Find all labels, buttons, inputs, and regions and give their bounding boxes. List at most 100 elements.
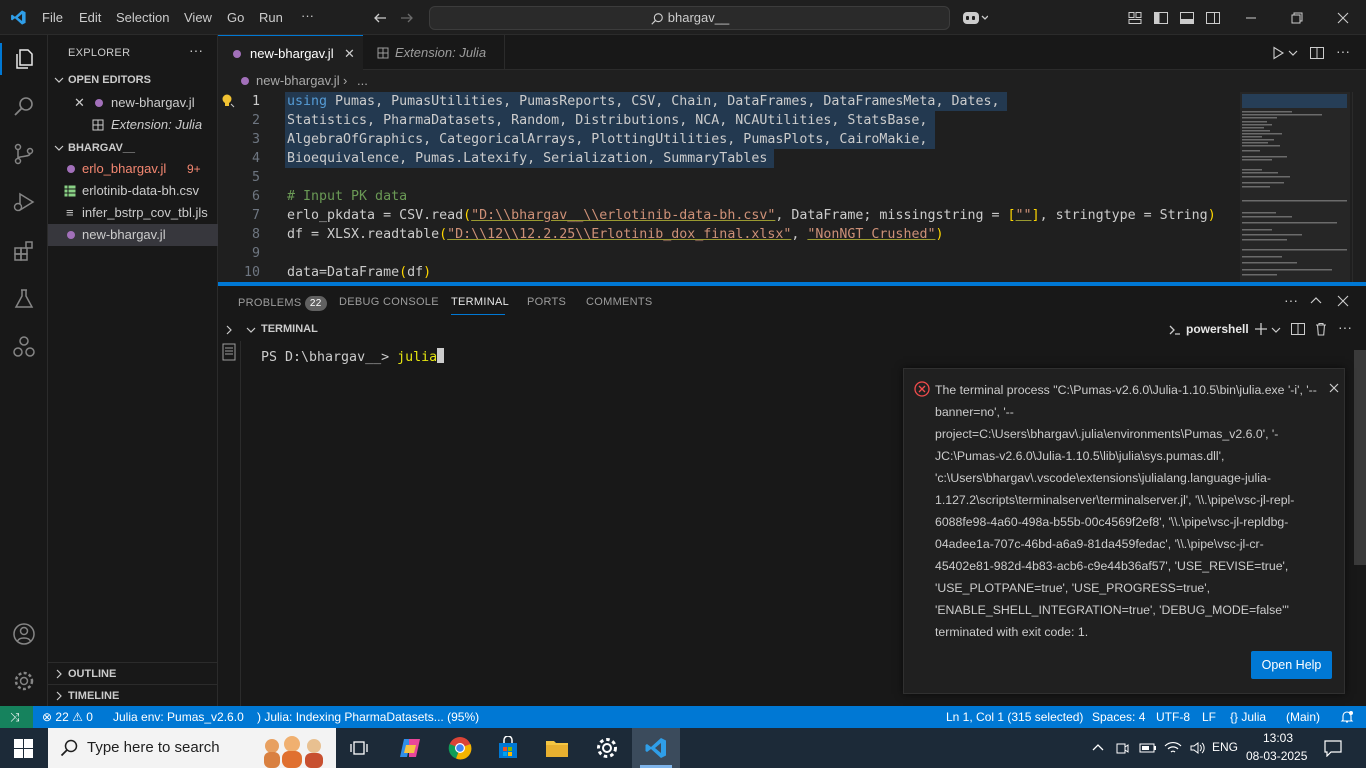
windows-start-icon[interactable] xyxy=(14,739,33,758)
open-editor-item[interactable]: Extension: Julia xyxy=(48,114,218,136)
terminal-more-icon[interactable]: ··· xyxy=(1338,319,1352,335)
timeline-header[interactable]: TIMELINE xyxy=(48,685,218,707)
trash-icon[interactable] xyxy=(1313,321,1329,337)
terminal-scrollbar[interactable] xyxy=(1354,350,1366,565)
indentation-status[interactable]: Spaces: 4 xyxy=(1092,706,1145,728)
file-item-selected[interactable]: new-bhargav.jl xyxy=(48,224,218,246)
open-editors-header[interactable]: OPEN EDITORS xyxy=(48,69,218,91)
clock-time[interactable]: 13:03 xyxy=(1263,731,1293,745)
minimize-window-icon[interactable] xyxy=(1243,10,1259,26)
split-terminal-icon[interactable] xyxy=(1290,321,1306,337)
tab-debug-console[interactable]: DEBUG CONSOLE xyxy=(339,296,439,308)
maximize-panel-icon[interactable] xyxy=(1309,294,1323,308)
chrome-icon[interactable] xyxy=(448,736,472,760)
language-status[interactable]: {} Julia xyxy=(1230,706,1266,728)
open-editor-item[interactable]: ✕ new-bhargav.jl xyxy=(48,92,218,114)
menu-view[interactable]: View xyxy=(184,10,212,25)
testing-icon[interactable] xyxy=(12,287,36,311)
file-item[interactable]: erlotinib-data-bh.csv xyxy=(48,180,218,202)
breadcrumb-more[interactable]: ... xyxy=(357,70,368,92)
back-arrow-icon[interactable] xyxy=(372,10,388,26)
vscode-taskbar-button[interactable] xyxy=(632,728,680,768)
close-notification-icon[interactable] xyxy=(1328,382,1340,394)
tab-new-bhargav[interactable]: new-bhargav.jl ✕ xyxy=(218,35,363,70)
notifications-bell-icon[interactable] xyxy=(1340,710,1354,724)
copilot-taskbar-icon[interactable] xyxy=(398,737,422,759)
cursor-position[interactable]: Ln 1, Col 1 (315 selected) xyxy=(946,706,1083,728)
wifi-icon[interactable] xyxy=(1164,740,1182,756)
taskbar-search-box[interactable]: Type here to search xyxy=(48,728,336,768)
toggle-panel-icon[interactable] xyxy=(1179,10,1195,26)
copilot-icon[interactable] xyxy=(962,9,988,27)
tab-extension-julia[interactable]: Extension: Julia xyxy=(363,35,505,70)
toggle-secondary-sidebar-icon[interactable] xyxy=(1205,10,1221,26)
julia-icon[interactable] xyxy=(12,335,36,359)
menu-more[interactable]: ··· xyxy=(301,8,314,23)
folder-header[interactable]: BHARGAV__ xyxy=(48,137,218,159)
close-panel-icon[interactable] xyxy=(1336,294,1350,308)
sidebar-more-icon[interactable]: ··· xyxy=(189,42,203,58)
problems-status[interactable]: ⊗ 22 ⚠ 0 xyxy=(42,706,93,728)
chevron-down-icon[interactable] xyxy=(1271,323,1281,337)
extensions-icon[interactable] xyxy=(12,239,36,263)
file-item[interactable]: erlo_bhargav.jl 9+ xyxy=(48,158,218,180)
terminal-shell-name[interactable]: powershell xyxy=(1186,322,1249,336)
split-editor-icon[interactable] xyxy=(1309,45,1325,61)
terminal-tab-icon[interactable] xyxy=(222,343,236,361)
toggle-primary-sidebar-icon[interactable] xyxy=(1153,10,1169,26)
encoding-status[interactable]: UTF-8 xyxy=(1156,706,1190,728)
explorer-icon[interactable] xyxy=(12,47,36,71)
forward-arrow-icon[interactable] xyxy=(399,10,415,26)
eol-status[interactable]: LF xyxy=(1202,706,1216,728)
chevron-right-icon[interactable] xyxy=(224,323,234,337)
code-editor[interactable]: 1 using Pumas, PumasUtilities, PumasRepor… xyxy=(218,92,1238,282)
menu-go[interactable]: Go xyxy=(227,10,244,25)
tab-comments[interactable]: COMMENTS xyxy=(586,296,653,308)
panel-more-icon[interactable]: ··· xyxy=(1284,292,1298,308)
meet-now-icon[interactable] xyxy=(1114,740,1130,756)
file-item[interactable]: ≡ infer_bstrp_cov_tbl.jls xyxy=(48,202,218,224)
run-debug-icon[interactable] xyxy=(12,190,36,214)
microsoft-store-icon[interactable] xyxy=(497,736,519,760)
show-hidden-icons-chevron-icon[interactable] xyxy=(1091,741,1105,755)
task-view-icon[interactable] xyxy=(349,739,369,757)
clock-date[interactable]: 08-03-2025 xyxy=(1246,749,1307,763)
editor-more-icon[interactable]: ··· xyxy=(1336,43,1350,59)
accounts-icon[interactable] xyxy=(12,622,36,646)
breadcrumb-file[interactable]: new-bhargav.jl xyxy=(256,70,340,92)
menu-edit[interactable]: Edit xyxy=(79,10,101,25)
tab-problems[interactable]: PROBLEMS 22 xyxy=(238,296,327,311)
battery-icon[interactable] xyxy=(1139,740,1157,756)
julia-env-status[interactable]: Julia env: Pumas_v2.6.0 xyxy=(113,706,244,728)
customize-layout-icon[interactable] xyxy=(1127,10,1143,26)
menu-selection[interactable]: Selection xyxy=(116,10,169,25)
file-explorer-icon[interactable] xyxy=(545,737,569,759)
close-icon[interactable]: ✕ xyxy=(74,92,85,114)
command-center-search[interactable]: bhargav__ xyxy=(429,6,950,30)
close-window-icon[interactable] xyxy=(1335,10,1351,26)
outline-header[interactable]: OUTLINE xyxy=(48,663,218,685)
editor-scrollbar[interactable] xyxy=(1352,92,1366,282)
remote-indicator[interactable]: ⤨ xyxy=(0,706,33,728)
tab-terminal[interactable]: TERMINAL xyxy=(451,296,509,308)
minimap[interactable] xyxy=(1238,92,1366,282)
notification-center-icon[interactable] xyxy=(1324,739,1342,757)
chevron-down-icon[interactable] xyxy=(1288,45,1298,61)
indexing-status[interactable]: ) Julia: Indexing PharmaDatasets... (95%… xyxy=(257,706,479,728)
manage-gear-icon[interactable] xyxy=(12,669,36,693)
settings-gear-icon[interactable] xyxy=(595,736,619,760)
menu-file[interactable]: File xyxy=(42,10,63,25)
volume-icon[interactable] xyxy=(1189,740,1207,756)
julia-module-status[interactable]: (Main) xyxy=(1286,706,1320,728)
tab-close-icon[interactable]: ✕ xyxy=(344,36,355,71)
new-terminal-icon[interactable] xyxy=(1253,321,1269,337)
search-activity-icon[interactable] xyxy=(12,94,36,118)
menu-run[interactable]: Run xyxy=(259,10,283,25)
input-language[interactable]: ENG xyxy=(1212,740,1238,754)
source-control-icon[interactable] xyxy=(12,142,36,166)
tab-ports[interactable]: PORTS xyxy=(527,296,566,308)
chevron-down-icon[interactable] xyxy=(246,323,256,337)
restore-window-icon[interactable] xyxy=(1289,10,1305,26)
run-file-icon[interactable] xyxy=(1270,45,1286,61)
open-help-button[interactable]: Open Help xyxy=(1251,651,1332,679)
